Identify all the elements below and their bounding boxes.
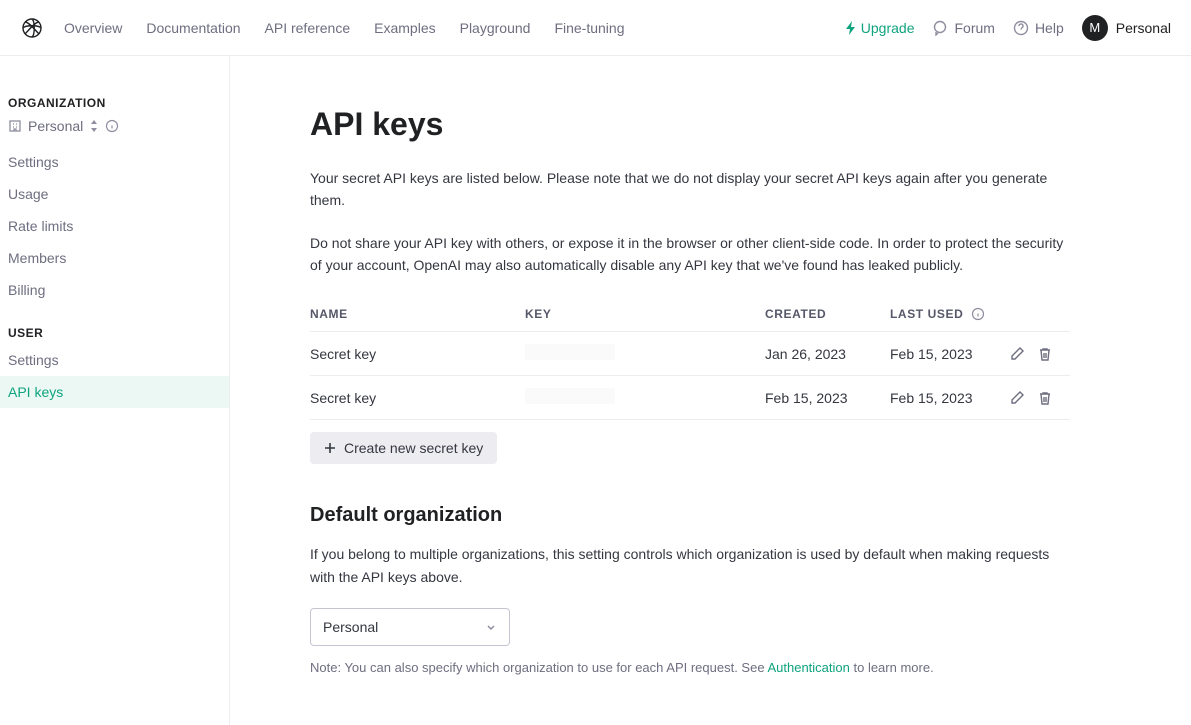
plus-icon bbox=[324, 442, 336, 454]
th-last-used: LAST USED bbox=[890, 297, 1010, 332]
help-icon bbox=[1013, 20, 1029, 36]
nav-documentation[interactable]: Documentation bbox=[146, 20, 240, 36]
chevron-down-icon bbox=[485, 621, 497, 633]
default-org-para: If you belong to multiple organizations,… bbox=[310, 543, 1070, 588]
sidebar-item-usage[interactable]: Usage bbox=[0, 178, 229, 210]
note-suffix: to learn more. bbox=[850, 660, 934, 675]
sidebar-item-settings[interactable]: Settings bbox=[0, 146, 229, 178]
chat-icon bbox=[932, 20, 948, 36]
api-keys-table: NAME KEY CREATED LAST USED Secret key bbox=[310, 297, 1070, 421]
bolt-icon bbox=[845, 21, 857, 35]
trash-icon[interactable] bbox=[1038, 391, 1052, 405]
help-label: Help bbox=[1035, 20, 1064, 36]
nav-api-reference[interactable]: API reference bbox=[265, 20, 351, 36]
cell-last-used: Feb 15, 2023 bbox=[890, 332, 1010, 376]
nav-examples[interactable]: Examples bbox=[374, 20, 435, 36]
row-actions bbox=[1010, 391, 1070, 405]
select-value: Personal bbox=[323, 619, 378, 635]
default-org-heading: Default organization bbox=[310, 504, 1111, 527]
sort-icon bbox=[89, 120, 99, 132]
sidebar-item-api-keys[interactable]: API keys bbox=[0, 376, 229, 408]
info-icon[interactable] bbox=[971, 307, 985, 321]
authentication-link[interactable]: Authentication bbox=[767, 660, 849, 675]
trash-icon[interactable] bbox=[1038, 347, 1052, 361]
top-nav: Overview Documentation API reference Exa… bbox=[0, 0, 1191, 56]
cell-key bbox=[525, 376, 765, 420]
account-menu[interactable]: M Personal bbox=[1082, 15, 1171, 41]
sidebar-item-members[interactable]: Members bbox=[0, 242, 229, 274]
account-label: Personal bbox=[1116, 20, 1171, 36]
org-name-label: Personal bbox=[28, 118, 83, 134]
th-last-used-label: LAST USED bbox=[890, 307, 963, 321]
nav-playground[interactable]: Playground bbox=[460, 20, 531, 36]
create-secret-key-button[interactable]: Create new secret key bbox=[310, 432, 497, 464]
key-mask bbox=[525, 344, 615, 360]
edit-icon[interactable] bbox=[1010, 391, 1024, 405]
avatar-initial: M bbox=[1089, 20, 1100, 35]
sidebar: ORGANIZATION Personal Settings Usage Rat… bbox=[0, 56, 230, 725]
edit-icon[interactable] bbox=[1010, 347, 1024, 361]
org-row: Personal bbox=[0, 114, 229, 146]
upgrade-link[interactable]: Upgrade bbox=[845, 20, 915, 36]
nav-overview[interactable]: Overview bbox=[64, 20, 122, 36]
th-created: CREATED bbox=[765, 297, 890, 332]
help-link[interactable]: Help bbox=[1013, 20, 1064, 36]
th-name: NAME bbox=[310, 297, 525, 332]
key-mask bbox=[525, 388, 615, 404]
cell-created: Feb 15, 2023 bbox=[765, 376, 890, 420]
create-label: Create new secret key bbox=[344, 440, 483, 456]
avatar: M bbox=[1082, 15, 1108, 41]
th-key: KEY bbox=[525, 297, 765, 332]
cell-name: Secret key bbox=[310, 376, 525, 420]
table-row: Secret key Jan 26, 2023 Feb 15, 2023 bbox=[310, 332, 1070, 376]
building-icon bbox=[8, 119, 22, 133]
row-actions bbox=[1010, 347, 1070, 361]
cell-key bbox=[525, 332, 765, 376]
nav-fine-tuning[interactable]: Fine-tuning bbox=[554, 20, 624, 36]
note-prefix: Note: You can also specify which organiz… bbox=[310, 660, 767, 675]
page-title: API keys bbox=[310, 106, 1111, 143]
info-icon[interactable] bbox=[105, 119, 119, 133]
footnote: Note: You can also specify which organiz… bbox=[310, 660, 1111, 675]
openai-logo-icon bbox=[20, 16, 44, 40]
cell-name: Secret key bbox=[310, 332, 525, 376]
nav-right: Upgrade Forum Help M Personal bbox=[845, 15, 1171, 41]
sidebar-item-billing[interactable]: Billing bbox=[0, 274, 229, 306]
sidebar-item-user-settings[interactable]: Settings bbox=[0, 344, 229, 376]
table-row: Secret key Feb 15, 2023 Feb 15, 2023 bbox=[310, 376, 1070, 420]
org-switcher[interactable]: Personal bbox=[8, 118, 99, 134]
forum-link[interactable]: Forum bbox=[932, 20, 994, 36]
sidebar-org-heading: ORGANIZATION bbox=[0, 96, 229, 114]
default-org-select[interactable]: Personal bbox=[310, 608, 510, 646]
cell-last-used: Feb 15, 2023 bbox=[890, 376, 1010, 420]
main-content: API keys Your secret API keys are listed… bbox=[230, 56, 1191, 725]
cell-created: Jan 26, 2023 bbox=[765, 332, 890, 376]
intro-paragraph-2: Do not share your API key with others, o… bbox=[310, 232, 1070, 277]
nav-links: Overview Documentation API reference Exa… bbox=[64, 20, 624, 36]
sidebar-item-rate-limits[interactable]: Rate limits bbox=[0, 210, 229, 242]
sidebar-user-heading: USER bbox=[0, 326, 229, 344]
upgrade-label: Upgrade bbox=[861, 20, 915, 36]
forum-label: Forum bbox=[954, 20, 994, 36]
intro-paragraph-1: Your secret API keys are listed below. P… bbox=[310, 167, 1070, 212]
